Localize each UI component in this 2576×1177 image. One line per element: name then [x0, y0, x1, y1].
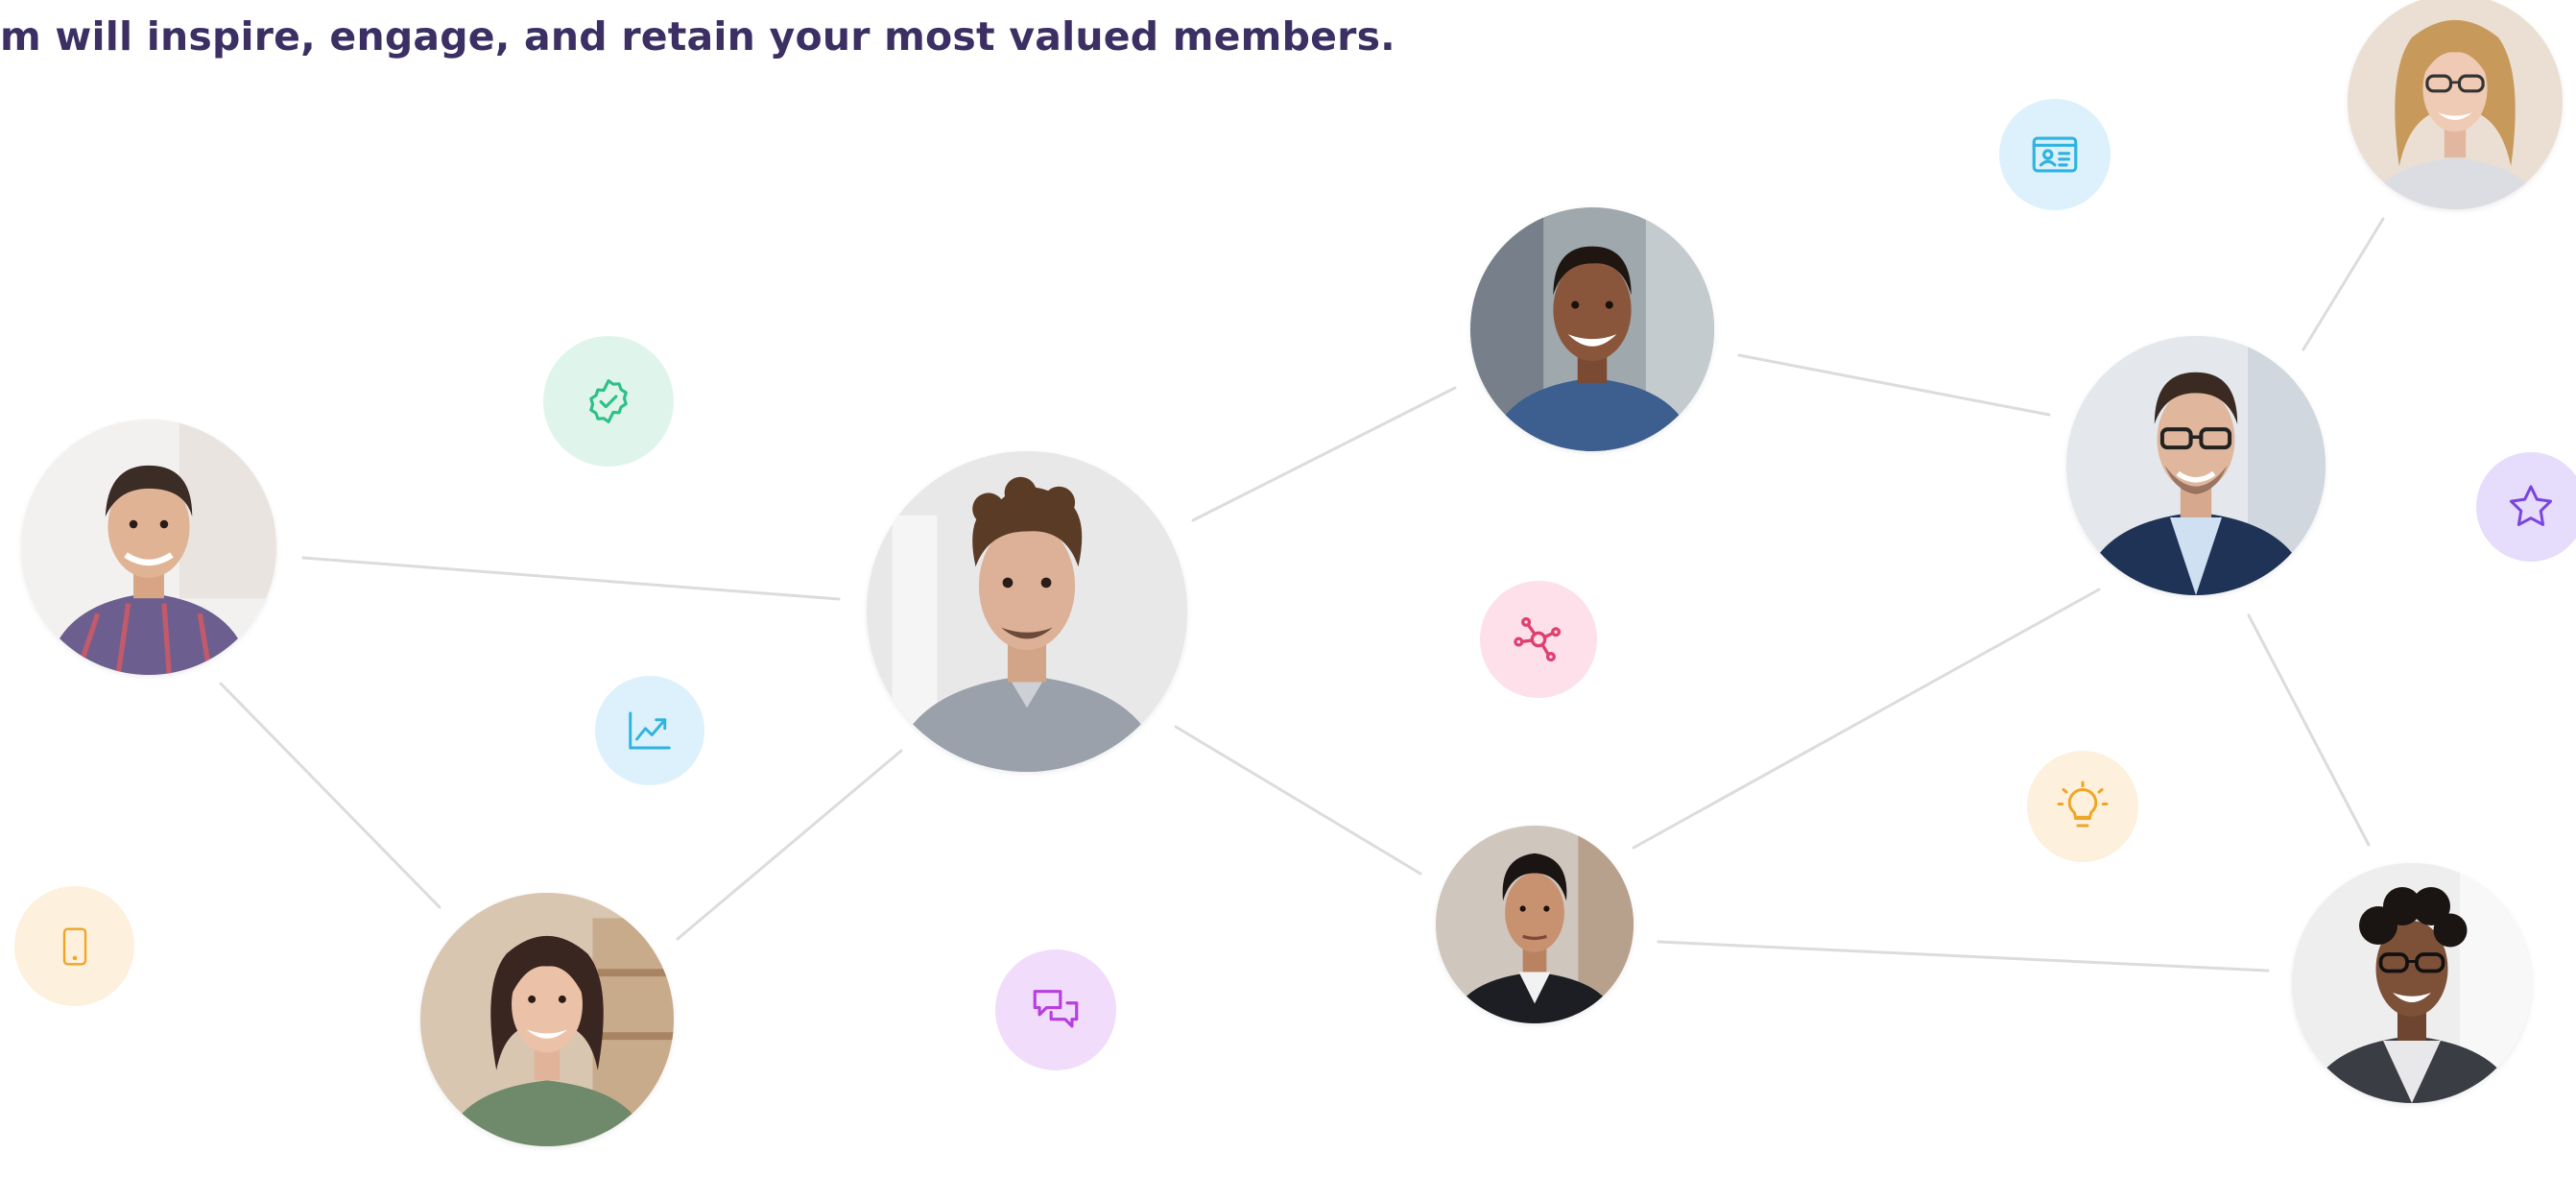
member-avatar-bottom-left-woman: [420, 893, 674, 1146]
portrait-image: [2066, 336, 2326, 595]
portrait-image: [1470, 207, 1714, 451]
portrait-image: [2348, 0, 2563, 209]
portrait-image: [21, 420, 276, 675]
portrait-image: [420, 893, 674, 1146]
member-avatar-center-curly-hair: [867, 451, 1187, 772]
connector-line: [2247, 613, 2371, 847]
star-badge: [2476, 452, 2576, 562]
member-avatar-left-plaid-shirt: [21, 420, 276, 675]
member-avatar-right-glasses-blazer: [2066, 336, 2326, 595]
member-network-illustration: m will inspire, engage, and retain your …: [0, 0, 2576, 1177]
mobile-phone-icon: [62, 926, 86, 966]
verified-badge: [543, 336, 674, 467]
connector-line: [1737, 353, 2051, 417]
chat-bubbles-badge: [995, 949, 1116, 1070]
member-avatar-bottom-right-woman-glasses: [2292, 863, 2532, 1103]
lightbulb-icon: [2057, 781, 2109, 828]
id-card-icon: [2032, 136, 2078, 173]
member-avatar-top-smiling-blue-shirt: [1470, 207, 1714, 451]
growth-chart-badge: [595, 676, 704, 785]
connector-line: [1174, 725, 1422, 876]
verified-check-icon: [589, 379, 628, 423]
connector-line: [301, 556, 841, 601]
growth-chart-icon: [629, 711, 671, 750]
portrait-image: [867, 451, 1187, 772]
network-nodes-icon: [1514, 616, 1562, 662]
star-icon: [2509, 485, 2553, 526]
mobile-phone-badge: [14, 886, 134, 1006]
connector-line: [1191, 386, 1457, 522]
portrait-image: [1436, 826, 1634, 1023]
connector-line: [1657, 940, 2270, 973]
network-nodes-badge: [1480, 581, 1597, 698]
connector-line: [676, 749, 903, 941]
member-avatar-top-right-woman-glasses: [2348, 0, 2563, 209]
connector-line: [219, 682, 441, 909]
lightbulb-badge: [2027, 751, 2138, 862]
member-avatar-bottom-center-man: [1436, 826, 1634, 1023]
connector-line: [2302, 217, 2385, 351]
chat-bubbles-icon: [1033, 990, 1079, 1028]
id-card-badge: [1999, 99, 2111, 210]
portrait-image: [2292, 863, 2532, 1103]
